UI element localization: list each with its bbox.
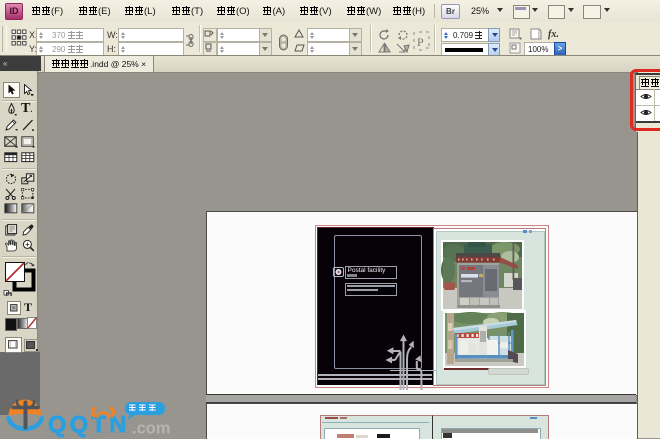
svg-text:P: P: [417, 35, 424, 49]
svg-text:QQTN: QQTN: [48, 411, 130, 437]
svg-text:.com: .com: [132, 420, 171, 438]
